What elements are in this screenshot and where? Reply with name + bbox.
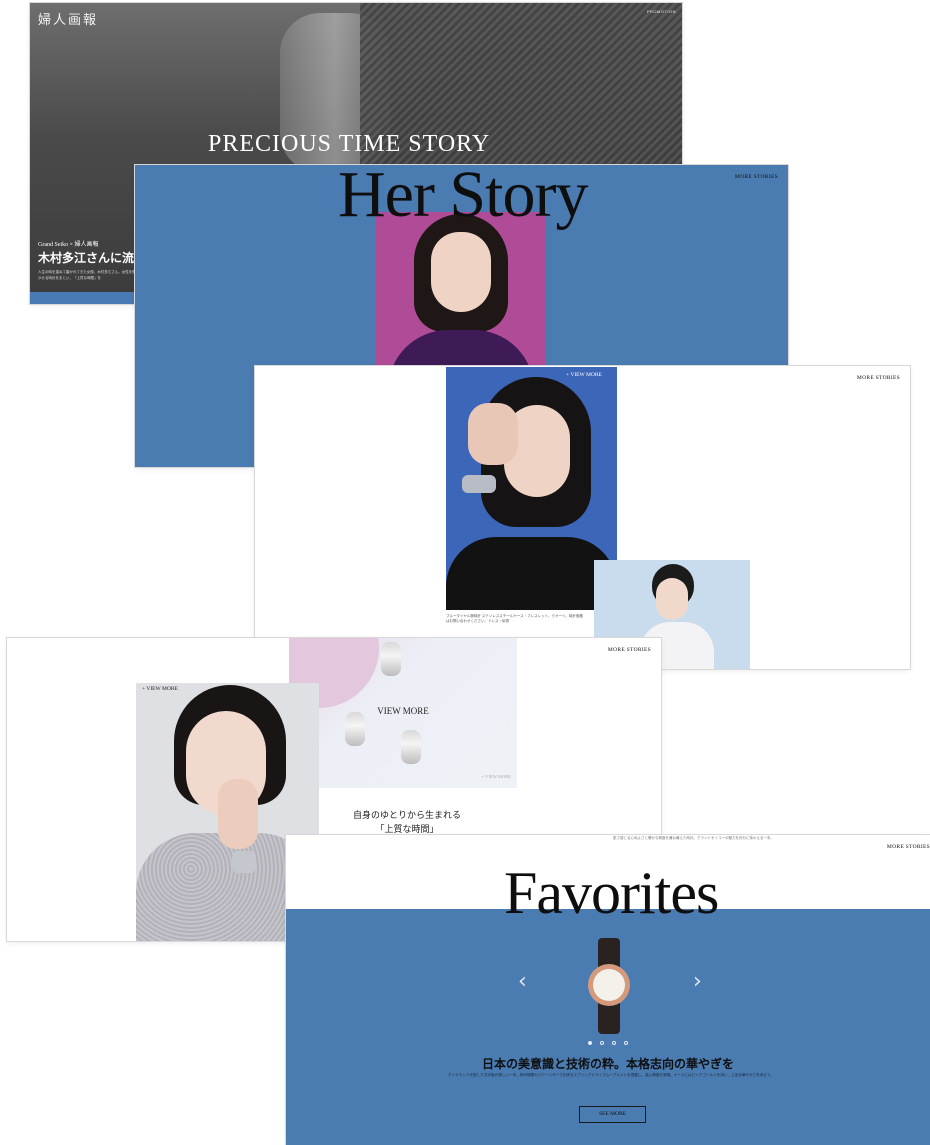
- see-more-button[interactable]: SEE MORE: [579, 1106, 646, 1123]
- promotion-label: PROMOTION: [646, 9, 676, 14]
- more-stories-link[interactable]: MORE STORIES: [608, 647, 651, 653]
- more-stories-link[interactable]: MORE STORIES: [735, 174, 778, 180]
- feature-copy: 自身のゆとりから生まれる 「上質な時間」: [337, 808, 477, 836]
- view-more-link[interactable]: + VIEW MORE: [482, 774, 511, 779]
- article-lead: 人生の時を重ねて磨かれてきた女優、木村多江さん。女性を輝かせる時計をまとい、「上…: [38, 270, 136, 280]
- watch-shape: [232, 851, 256, 873]
- view-more-link[interactable]: + VIEW MORE: [566, 372, 602, 378]
- carousel-dot[interactable]: [600, 1041, 604, 1045]
- coat-shape: [446, 537, 617, 610]
- watch-product-image[interactable]: [587, 938, 631, 1034]
- watch-dial: [593, 969, 625, 1001]
- carousel-next-icon[interactable]: ›: [693, 969, 702, 994]
- watch-shape: [401, 730, 421, 764]
- watches-photo[interactable]: VIEW MORE + VIEW MORE: [289, 638, 517, 788]
- hero-title: PRECIOUS TIME STORY: [208, 131, 491, 157]
- product-headline: 日本の美意識と技術の粋。本格志向の華やぎを: [481, 1057, 734, 1071]
- her-story-title: Her Story: [338, 165, 588, 231]
- face-shape: [431, 232, 491, 312]
- view-more-link[interactable]: + VIEW MORE: [142, 686, 178, 692]
- watch-shape: [462, 475, 496, 493]
- carousel-dot[interactable]: [624, 1041, 628, 1045]
- portrait-photo[interactable]: + VIEW MORE: [446, 367, 617, 610]
- feature-copy-line: 自身のゆとりから生まれる: [352, 810, 461, 820]
- photo-caption: ブルーダイヤル腕時計 ステンレススチールケース・ブレスレット、クオーツ。時計価格…: [446, 614, 583, 623]
- favorites-panel: 肌で感じる心地よさと確かな精度を兼ね備えた時計。グランドセイコーの魅力を存分に味…: [286, 835, 930, 1145]
- hand-shape: [468, 403, 518, 465]
- hand-shape: [218, 779, 258, 849]
- carousel-dot[interactable]: [588, 1041, 592, 1045]
- carousel-dots: [588, 1041, 628, 1045]
- portrait-panel: MORE STORIES + VIEW MORE ブルーダイヤル腕時計 ステンレ…: [255, 366, 910, 669]
- top-note: 肌で感じる心地よさと確かな精度を兼ね備えた時計。グランドセイコーの魅力を存分に味…: [613, 836, 774, 840]
- carousel-dot[interactable]: [612, 1041, 616, 1045]
- carousel-prev-icon[interactable]: ‹: [518, 969, 527, 994]
- feature-copy-line: 「上質な時間」: [375, 824, 439, 834]
- watch-shape: [345, 712, 365, 746]
- favorites-title: Favorites: [504, 860, 719, 926]
- product-description: ダイヤモンドを配した文字板が美しい一本。約60時間のパワーリザーブを誇るスプリン…: [447, 1073, 775, 1077]
- article-headline: 木村多江さんに流れ: [38, 251, 147, 265]
- site-logo[interactable]: 婦人画報: [38, 9, 98, 28]
- more-stories-link[interactable]: MORE STORIES: [857, 375, 900, 381]
- collab-label: Grand Seiko × 婦人画報: [38, 242, 99, 248]
- watch-shape: [381, 642, 401, 676]
- view-more-overlay[interactable]: VIEW MORE: [289, 706, 517, 716]
- face-shape: [656, 578, 688, 620]
- portrait-photo: [376, 212, 546, 382]
- more-stories-link[interactable]: MORE STORIES: [887, 844, 930, 850]
